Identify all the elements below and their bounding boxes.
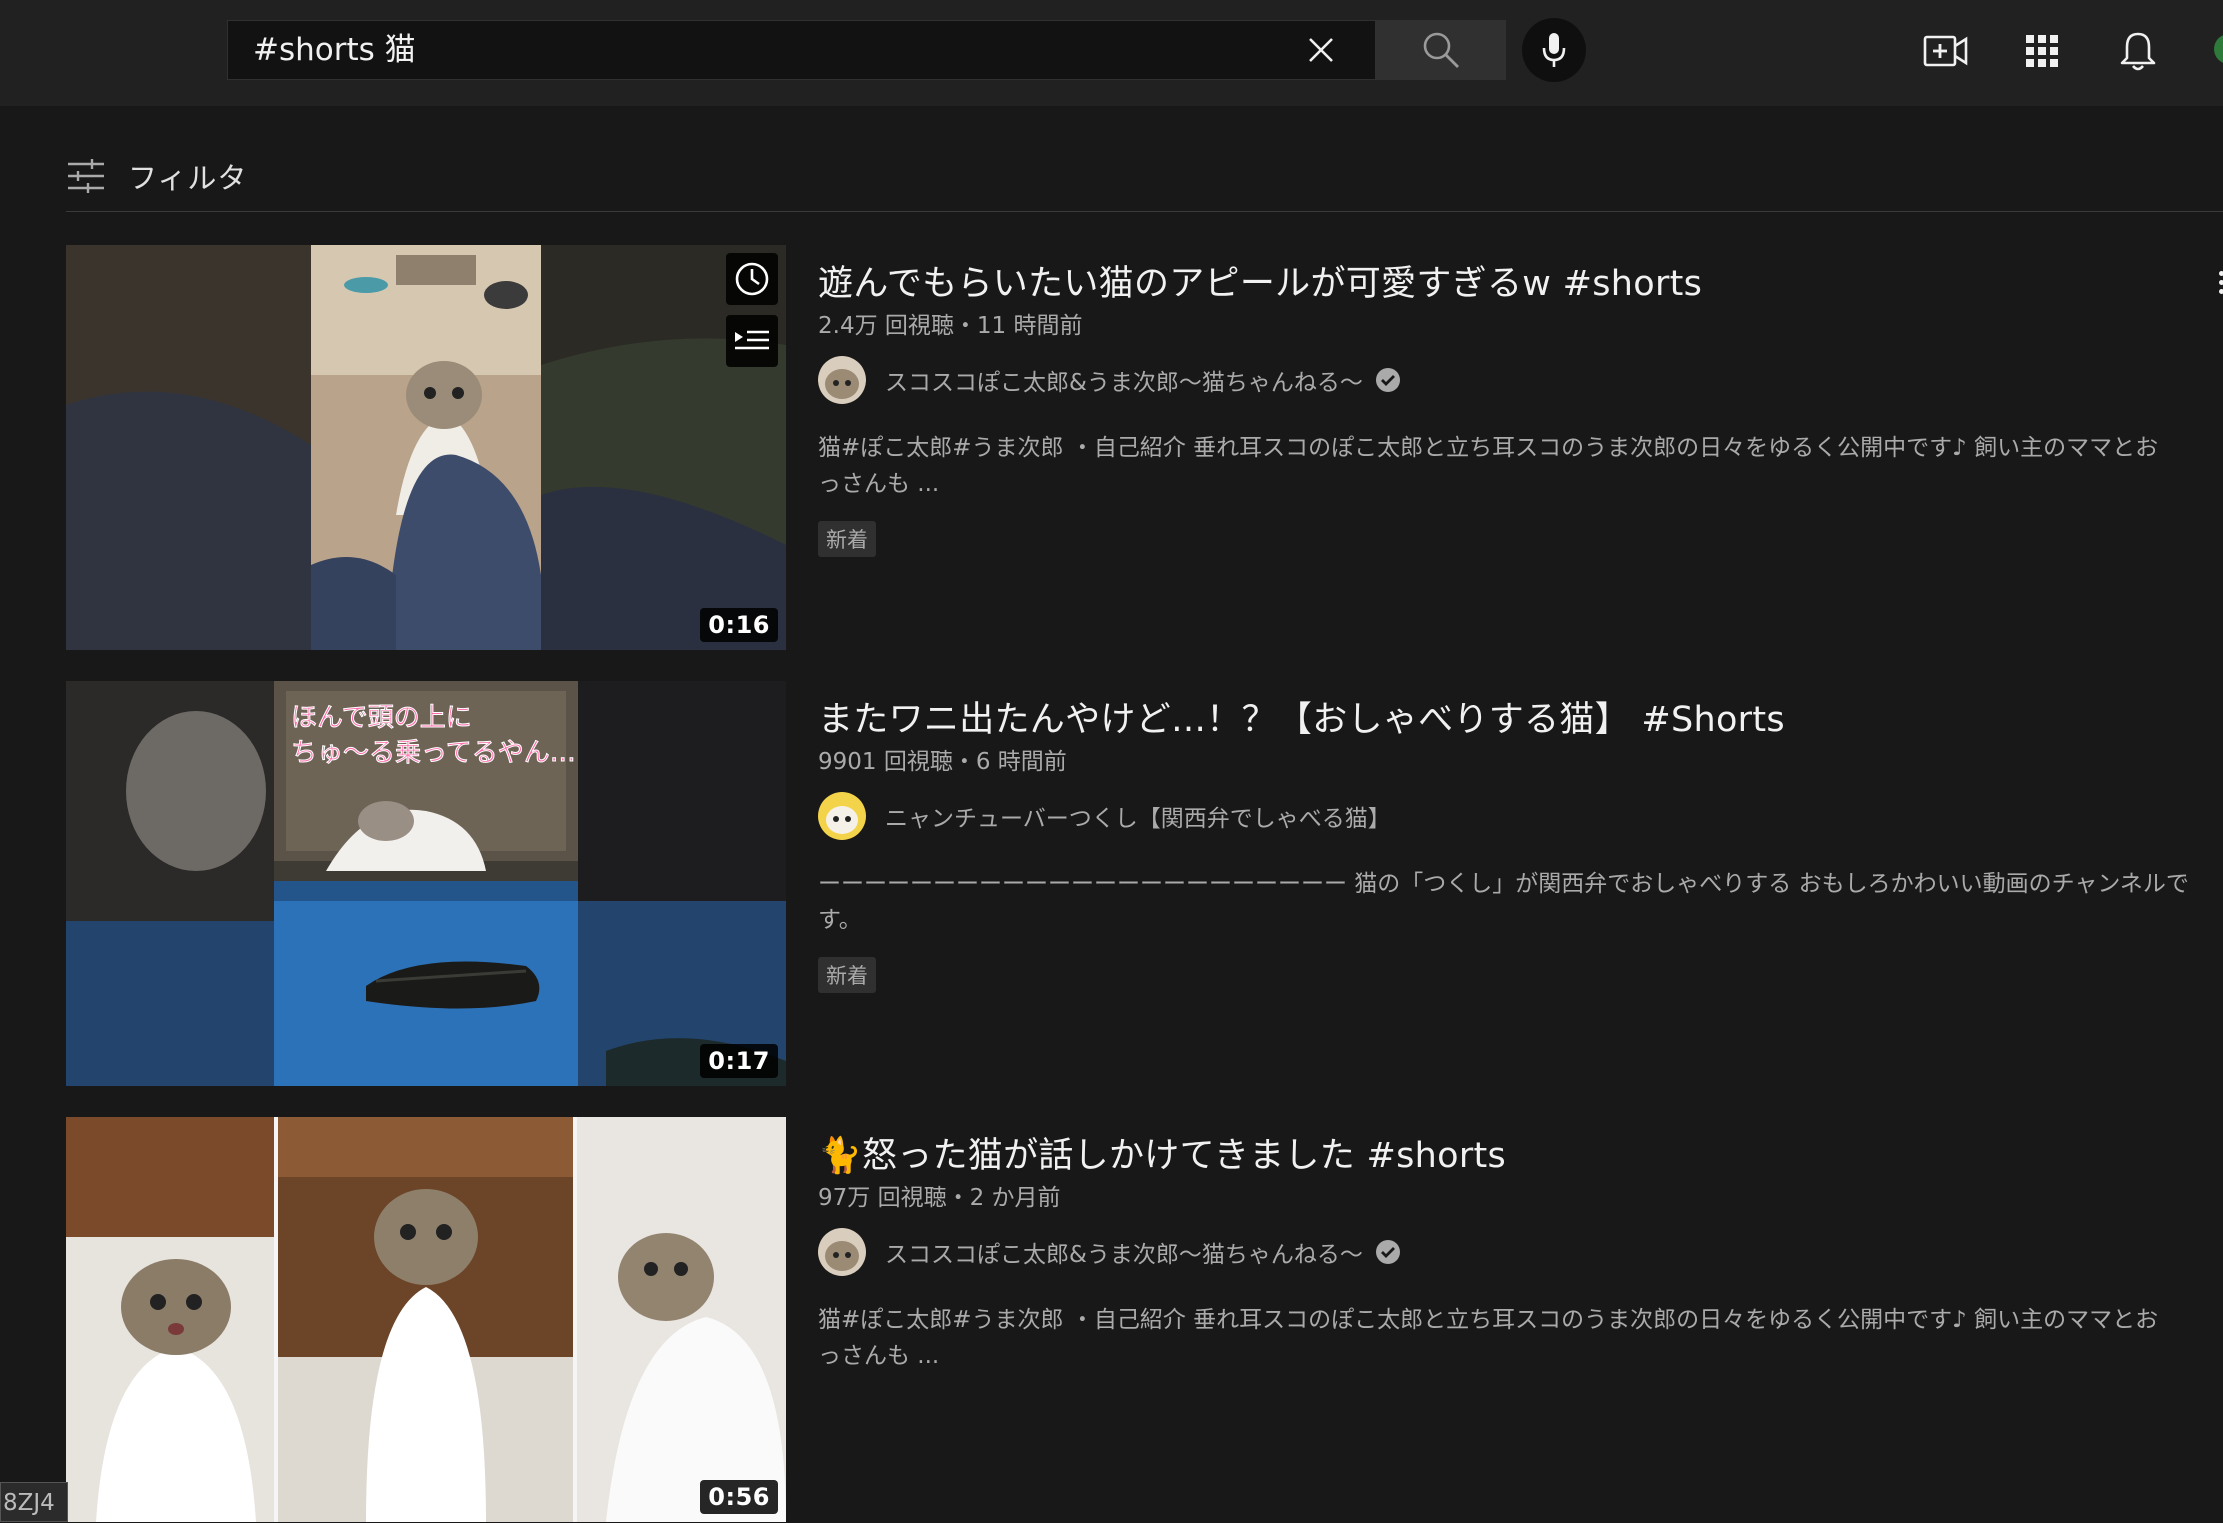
create-video-icon bbox=[1923, 35, 1968, 67]
search-box bbox=[227, 20, 1376, 80]
filter-label: フィルタ bbox=[128, 161, 248, 195]
notifications-button[interactable] bbox=[2112, 25, 2164, 77]
search-button[interactable] bbox=[1376, 20, 1506, 80]
duration-badge: 0:56 bbox=[700, 1480, 778, 1514]
filter-button[interactable]: フィルタ bbox=[66, 150, 247, 202]
channel-avatar[interactable] bbox=[818, 792, 866, 840]
voice-search-button[interactable] bbox=[1522, 18, 1586, 82]
description-line: っさんも ... bbox=[818, 1343, 940, 1369]
video-description: 猫#ぽこ太郎#うま次郎 ・自己紹介 垂れ耳スコのぽこ太郎と立ち耳スコのうま次郎の… bbox=[818, 430, 2223, 502]
apps-button[interactable] bbox=[2016, 25, 2068, 77]
account-avatar[interactable] bbox=[2214, 34, 2223, 64]
thumbnail-image bbox=[66, 1117, 786, 1522]
duration-badge: 0:17 bbox=[700, 1044, 778, 1078]
channel-link[interactable]: ニャンチューバーつくし【関西弁でしゃべる猫】 bbox=[818, 791, 1391, 841]
filter-sliders-icon bbox=[68, 159, 104, 193]
video-title[interactable]: 遊んでもらいたい猫のアピールが可愛すぎるw #shorts bbox=[818, 255, 1702, 306]
channel-avatar[interactable] bbox=[818, 356, 866, 404]
search-input[interactable] bbox=[253, 21, 1253, 79]
corner-tag: 8ZJ4 bbox=[0, 1482, 68, 1522]
clock-icon bbox=[735, 262, 769, 296]
queue-icon bbox=[735, 330, 769, 350]
video-result: 0:56 🐈怒った猫が話しかけてきました #shorts 97万 回視聴・2 か… bbox=[66, 1117, 2223, 1522]
channel-avatar[interactable] bbox=[818, 1228, 866, 1276]
duration-badge: 0:16 bbox=[700, 608, 778, 642]
video-thumbnail[interactable]: 0:56 bbox=[66, 1117, 786, 1522]
description-line: 猫#ぽこ太郎#うま次郎 ・自己紹介 垂れ耳スコのぽこ太郎と立ち耳スコのうま次郎の… bbox=[818, 435, 2159, 461]
channel-name: ニャンチューバーつくし【関西弁でしゃべる猫】 bbox=[885, 806, 1391, 832]
search-icon bbox=[1423, 32, 1459, 68]
add-to-queue-button[interactable] bbox=[726, 315, 778, 367]
thumbnail-image: ほんで頭の上に ちゅ〜る乗ってるやん… bbox=[66, 681, 786, 1086]
watch-later-button[interactable] bbox=[726, 253, 778, 305]
thumbnail-caption: ちゅ〜る乗ってるやん… bbox=[291, 738, 576, 768]
view-count-and-age: 2.4万 回視聴・11 時間前 bbox=[818, 313, 1083, 339]
view-count-and-age: 9901 回視聴・6 時間前 bbox=[818, 749, 1067, 775]
thumbnail-caption: ほんで頭の上に bbox=[291, 703, 472, 733]
channel-link[interactable]: スコスコぽこ太郎&うま次郎〜猫ちゃんねる〜 bbox=[818, 355, 1401, 405]
view-count-and-age: 97万 回視聴・2 か月前 bbox=[818, 1185, 1061, 1211]
verified-check-icon bbox=[1375, 1240, 1400, 1264]
video-thumbnail[interactable]: ほんで頭の上に ちゅ〜る乗ってるやん… 0:17 bbox=[66, 681, 786, 1086]
close-icon bbox=[1309, 38, 1333, 62]
channel-name: スコスコぽこ太郎&うま次郎〜猫ちゃんねる〜 bbox=[885, 1242, 1363, 1268]
kebab-menu-icon bbox=[2218, 270, 2223, 276]
notifications-bell-icon bbox=[2120, 32, 2156, 71]
description-line: す。 bbox=[818, 907, 862, 933]
thumbnail-image bbox=[66, 245, 786, 650]
video-thumbnail[interactable]: 0:16 bbox=[66, 245, 786, 650]
new-badge: 新着 bbox=[818, 521, 876, 557]
divider bbox=[66, 211, 2223, 212]
description-line: ーーーーーーーーーーーーーーーーーーーーーーー 猫の「つくし」が関西弁でおしゃべ… bbox=[818, 871, 2189, 897]
masthead bbox=[0, 0, 2223, 106]
video-title[interactable]: 🐈怒った猫が話しかけてきました #shorts bbox=[818, 1127, 1506, 1178]
more-actions-button[interactable] bbox=[2206, 257, 2223, 307]
verified-check-icon bbox=[1375, 368, 1400, 392]
video-title[interactable]: またワニ出たんやけど…！？【おしゃべりする猫】 #Shorts bbox=[818, 691, 1785, 742]
video-description: ーーーーーーーーーーーーーーーーーーーーーーー 猫の「つくし」が関西弁でおしゃべ… bbox=[818, 866, 2223, 938]
clear-search-button[interactable] bbox=[1295, 24, 1347, 76]
new-badge: 新着 bbox=[818, 957, 876, 993]
video-result: ほんで頭の上に ちゅ〜る乗ってるやん… 0:17 またワニ出たんやけど…！？【お… bbox=[66, 681, 2223, 1086]
description-line: 猫#ぽこ太郎#うま次郎 ・自己紹介 垂れ耳スコのぽこ太郎と立ち耳スコのうま次郎の… bbox=[818, 1307, 2159, 1333]
video-description: 猫#ぽこ太郎#うま次郎 ・自己紹介 垂れ耳スコのぽこ太郎と立ち耳スコのうま次郎の… bbox=[818, 1302, 2223, 1374]
apps-grid-icon bbox=[2026, 35, 2058, 67]
description-line: っさんも ... bbox=[818, 471, 940, 497]
youtube-search-results-page: フィルタ bbox=[0, 0, 2223, 1523]
video-result: 0:16 遊んでもらいたい猫のアピールが可愛すぎるw #shorts 2.4万 … bbox=[66, 245, 2223, 650]
mic-icon bbox=[1542, 33, 1566, 67]
create-button[interactable] bbox=[1920, 25, 1972, 77]
channel-link[interactable]: スコスコぽこ太郎&うま次郎〜猫ちゃんねる〜 bbox=[818, 1227, 1401, 1277]
channel-name: スコスコぽこ太郎&うま次郎〜猫ちゃんねる〜 bbox=[885, 370, 1363, 396]
